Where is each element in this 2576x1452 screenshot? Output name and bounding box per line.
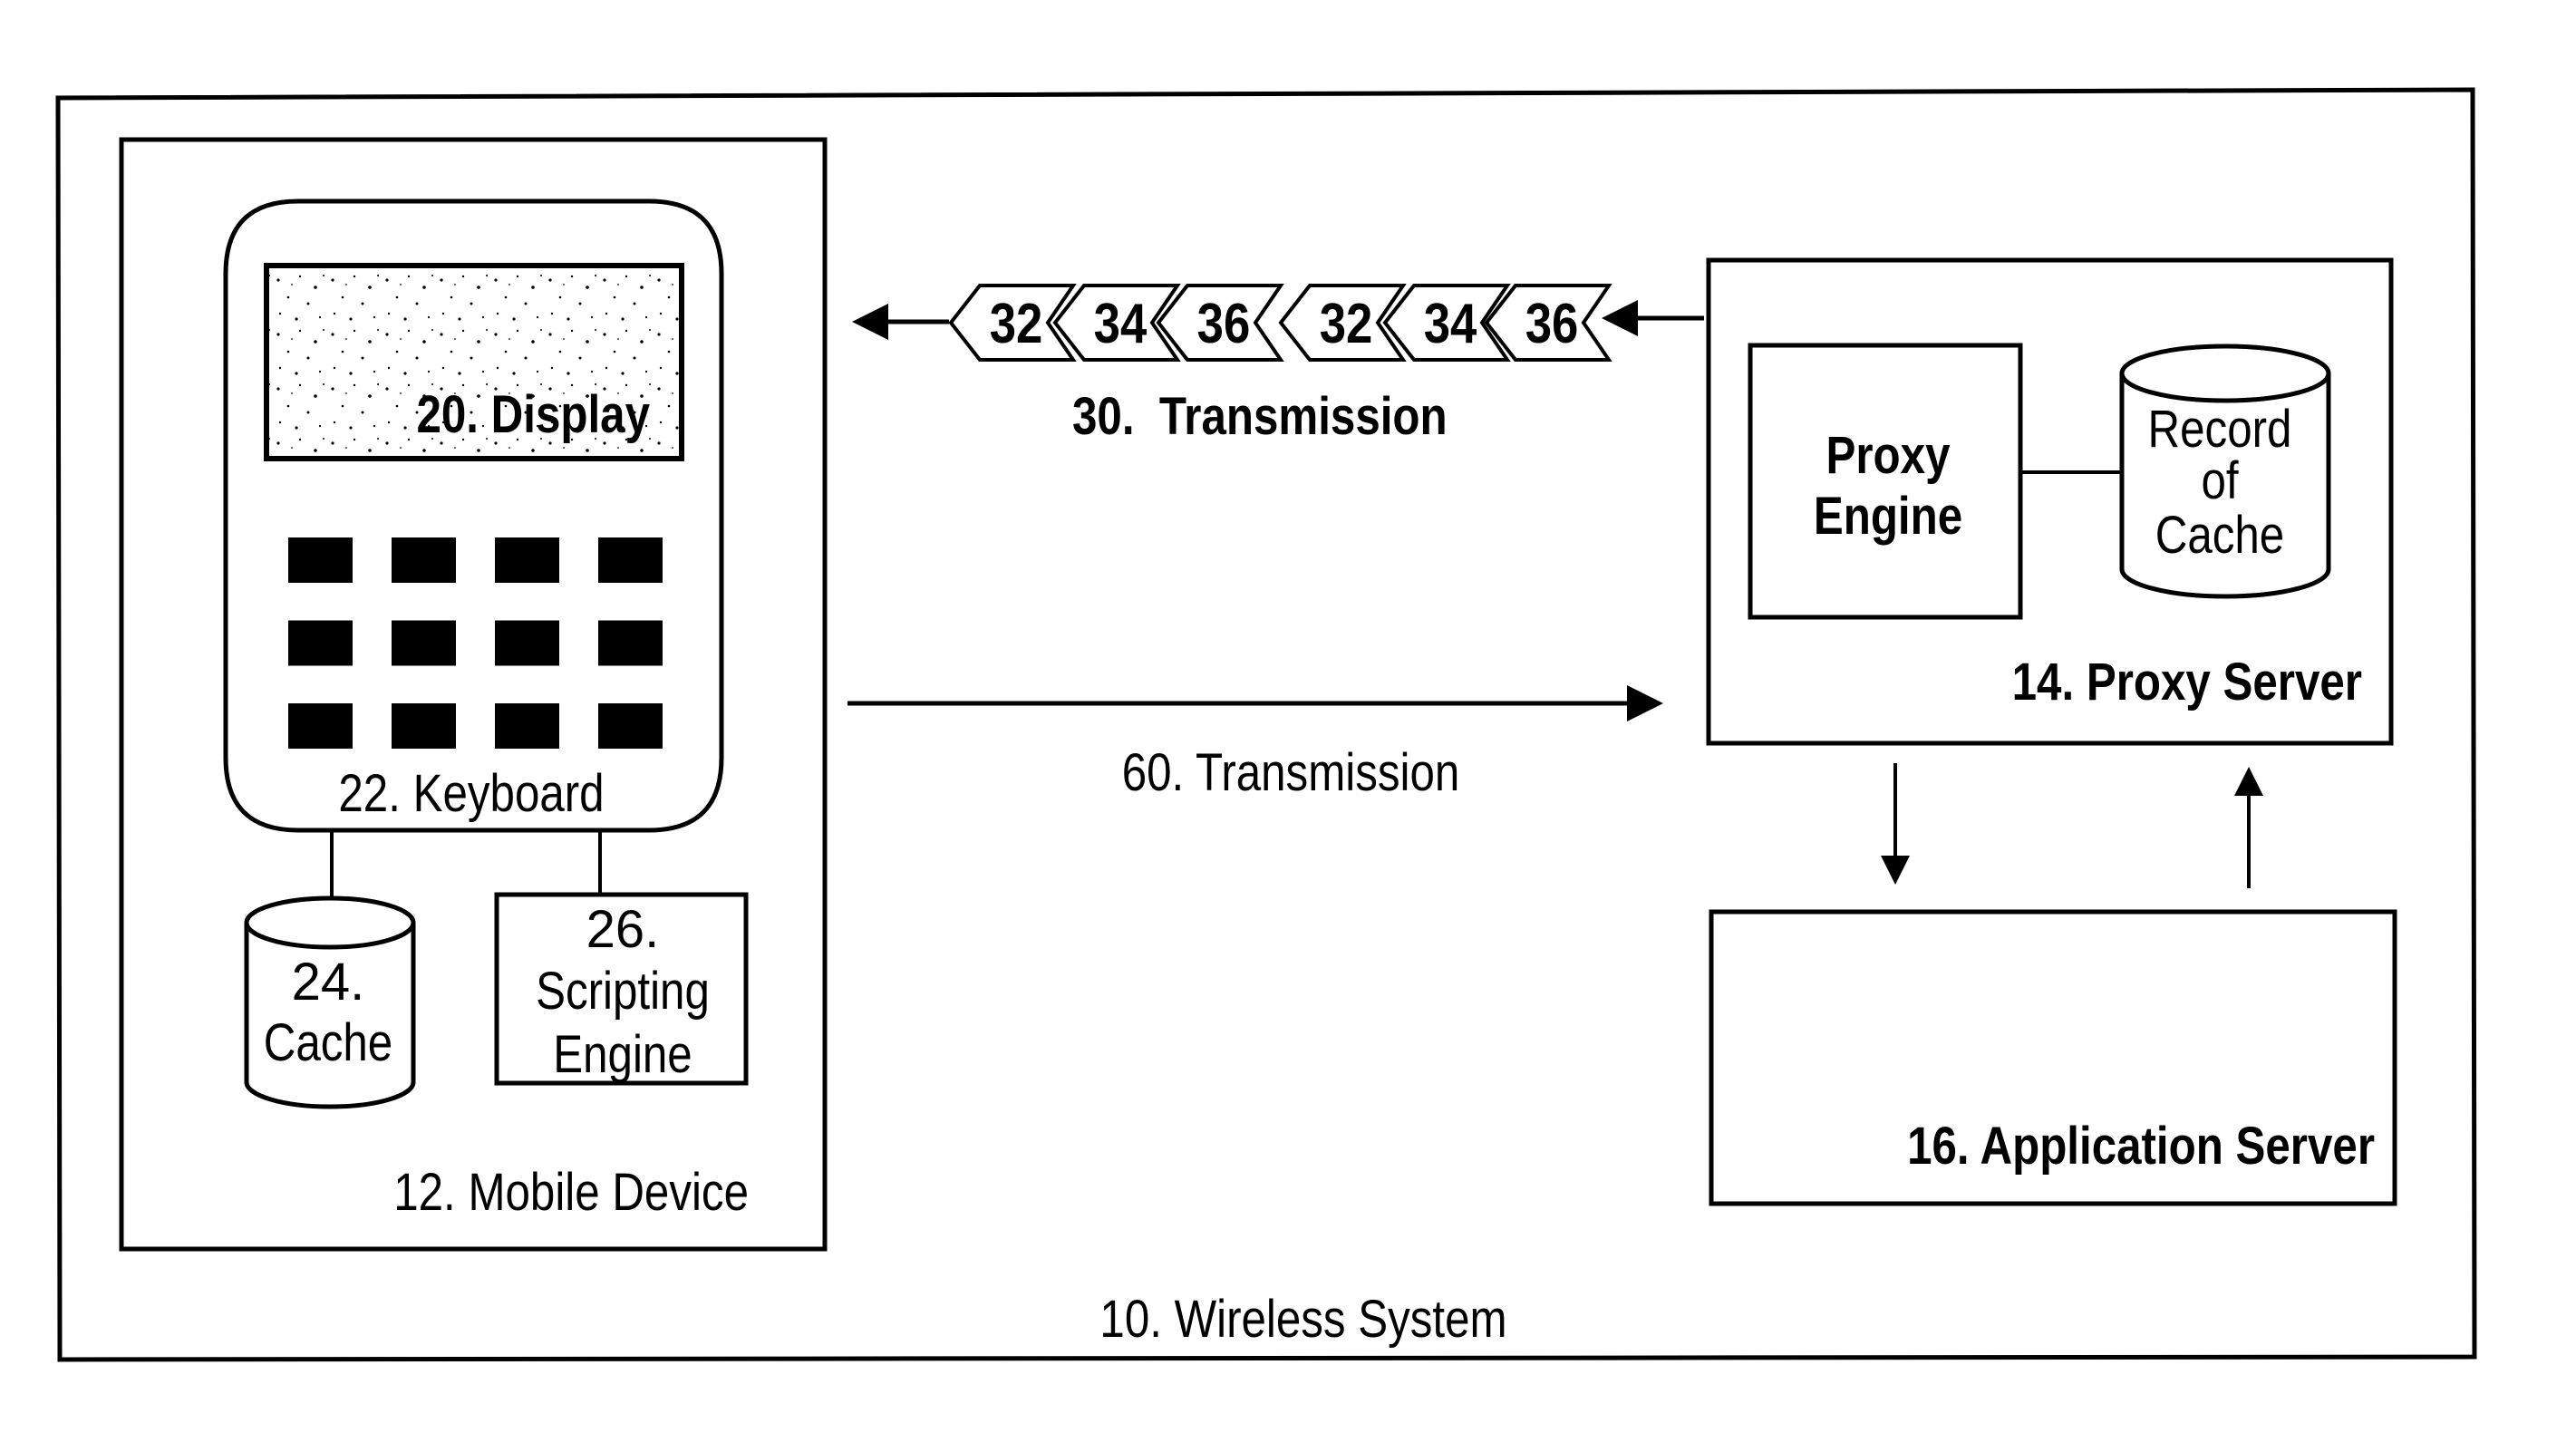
proxy-engine-line2: Engine	[1814, 487, 1962, 546]
keyboard-key	[288, 703, 353, 749]
application-server-label: 16. Application Server	[1907, 1117, 2375, 1176]
keyboard-key	[598, 703, 663, 749]
packet-label: 36	[1525, 293, 1579, 355]
mobile-device-box[interactable]: 12. Mobile Device 20. Display 22. Keyboa…	[119, 137, 828, 1252]
proxy-engine-line1: Proxy	[1826, 426, 1951, 485]
cache-cylinder-icon: 24. Cache	[244, 895, 416, 1109]
record-of-cache-line2: of	[2201, 451, 2239, 510]
keyboard-key	[392, 537, 456, 583]
scripting-engine-box: 26. Scripting Engine	[494, 892, 749, 1086]
application-server-box[interactable]: 16. Application Server	[1709, 909, 2397, 1206]
packet-label: 34	[1424, 293, 1477, 355]
scripting-engine-number: 26.	[586, 900, 660, 959]
display-screen: 20. Display	[264, 263, 684, 461]
packet-36: 36	[1156, 284, 1284, 362]
packet-label: 32	[1320, 293, 1373, 355]
keyboard-key	[288, 537, 353, 583]
packet-36: 36	[1484, 284, 1612, 362]
keyboard-key	[598, 620, 663, 666]
proxy-server-label: 14. Proxy Server	[2012, 653, 2362, 711]
proxy-server-box[interactable]: Proxy Engine Record of Cache 14. Proxy S…	[1706, 257, 2394, 746]
packet-label: 36	[1197, 293, 1251, 355]
transmission-30: 32 34 36 32 34 36 30. Transmission	[852, 284, 1704, 446]
transmission-60-label: 60. Transmission	[1122, 743, 1460, 802]
packet-label: 32	[990, 293, 1043, 355]
keyboard-key	[495, 620, 559, 666]
record-of-cache-line1: Record	[2148, 400, 2292, 459]
proxy-engine-box: Proxy Engine	[1748, 343, 2023, 620]
cache-label: Cache	[264, 1013, 392, 1072]
scripting-engine-line1: Scripting	[536, 962, 710, 1021]
keyboard-key	[288, 620, 353, 666]
keyboard-key	[392, 620, 456, 666]
keyboard-key	[495, 703, 559, 749]
record-of-cache-cylinder-icon: Record of Cache	[2119, 344, 2331, 599]
mobile-device-label: 12. Mobile Device	[393, 1163, 749, 1222]
record-of-cache-line3: Cache	[2155, 506, 2284, 565]
packet-stream: 32 34 36 32 34 36	[948, 284, 1612, 362]
wireless-system-diagram: 10. Wireless System 12. Mobile Device 20…	[55, 87, 2477, 1362]
cache-number-label: 24.	[292, 953, 365, 1012]
display-label: 20. Display	[416, 385, 650, 444]
transmission-30-label: 30. Transmission	[1072, 387, 1448, 446]
wireless-system-label: 10. Wireless System	[1099, 1290, 1506, 1349]
keyboard-label: 22. Keyboard	[338, 764, 604, 823]
transmission-60: 60. Transmission	[847, 685, 1663, 802]
scripting-engine-line2: Engine	[553, 1025, 692, 1084]
keyboard-key	[598, 537, 663, 583]
keyboard-key	[495, 537, 559, 583]
keyboard-key	[392, 703, 456, 749]
packet-label: 34	[1094, 293, 1148, 355]
